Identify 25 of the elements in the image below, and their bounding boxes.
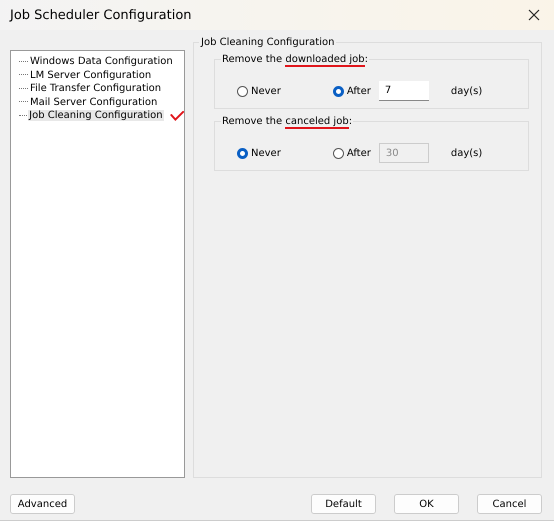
radio-icon[interactable] [237, 148, 248, 158]
groupbox-title: Job Cleaning Configuration [199, 37, 336, 48]
tree-item[interactable]: LM Server Configuration [29, 70, 152, 81]
group-label: Remove the downloaded job: [221, 54, 370, 65]
tree-item[interactable]: Job Cleaning Configuration [28, 110, 164, 122]
dialog-button[interactable]: Default [311, 494, 376, 514]
dialog-button[interactable]: OK [394, 494, 459, 514]
radio-button[interactable]: Never [237, 86, 281, 96]
tree-item[interactable]: Windows Data Configuration [29, 56, 174, 68]
unit-label: day(s) [450, 86, 482, 96]
radio-button[interactable]: Never [237, 148, 281, 158]
radio-button[interactable]: After [332, 86, 371, 96]
advanced-button[interactable]: Advanced [10, 494, 75, 514]
tree-item[interactable]: Mail Server Configuration [29, 96, 158, 108]
dialog-button[interactable]: Cancel [477, 494, 542, 514]
radio-icon[interactable] [332, 86, 344, 96]
window-title: Job Scheduler Configuration [10, 8, 192, 22]
radio-button[interactable]: After [332, 148, 371, 158]
close-icon[interactable] [528, 9, 540, 21]
group-label: Remove the canceled job: [221, 116, 354, 127]
tree-item[interactable]: File Transfer Configuration [29, 83, 162, 94]
days-field[interactable]: 7 [378, 81, 429, 101]
unit-label: day(s) [450, 148, 482, 158]
radio-icon[interactable] [237, 86, 248, 96]
radio-icon[interactable] [332, 148, 344, 158]
